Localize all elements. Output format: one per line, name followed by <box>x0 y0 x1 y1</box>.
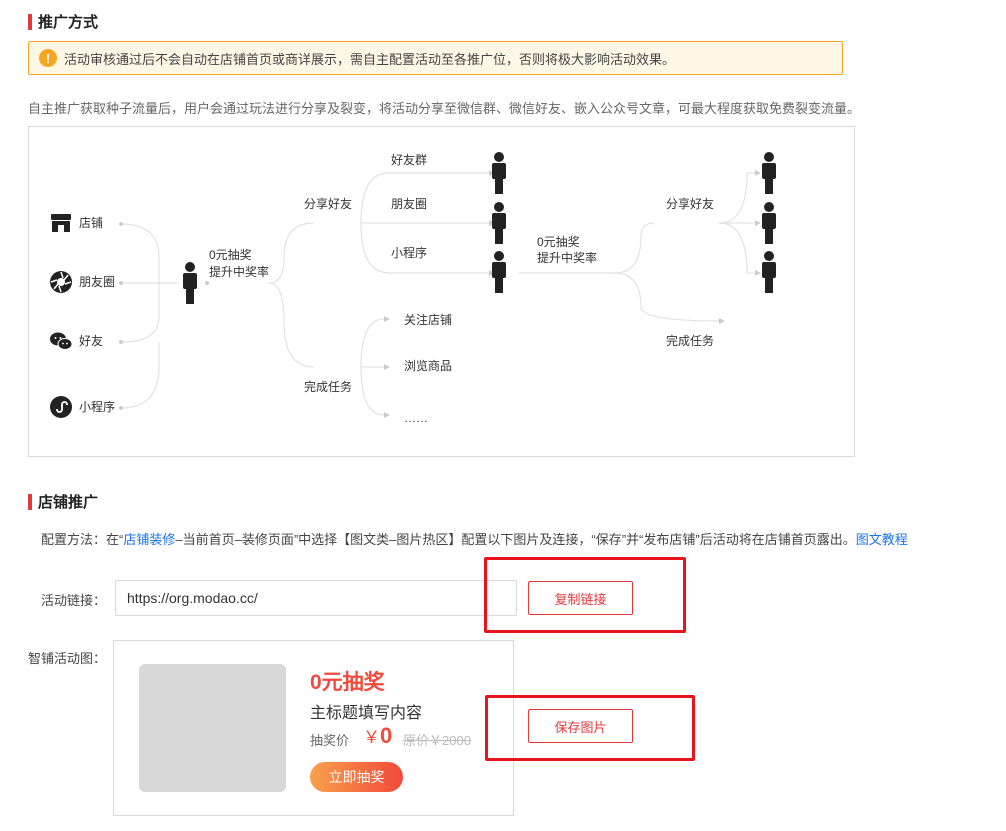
center-label-line2: 提升中奖率 <box>209 265 270 279</box>
second-label-line1: 0元抽奖 <box>537 235 580 249</box>
source-label-mini-program: 小程序 <box>79 400 116 414</box>
user-icon <box>762 152 776 194</box>
card-thumbnail <box>139 664 286 792</box>
title-accent-bar <box>28 493 32 510</box>
source-label-friends: 好友 <box>79 334 104 348</box>
wechat-icon <box>50 332 73 350</box>
user-icon <box>762 251 776 293</box>
card-subtitle: 主标题填写内容 <box>310 705 423 722</box>
warning-icon: ! <box>39 49 57 67</box>
copy-link-button[interactable]: 复制链接 <box>528 581 633 615</box>
store-decoration-link[interactable]: 店铺装修 <box>123 532 175 547</box>
promo-intro: 自主推广获取种子流量后，用户会通过玩法进行分享及裂变，将活动分享至微信群、微信好… <box>28 101 861 116</box>
source-label-store: 店铺 <box>79 216 104 230</box>
title-accent-bar <box>28 13 32 30</box>
share-target-mini-program: 小程序 <box>391 246 428 260</box>
activity-image-card: 0元抽奖 主标题填写内容 抽奖价 ￥0 原价￥2000 立即抽奖 <box>113 640 514 816</box>
user-icon <box>762 202 776 244</box>
store-icon <box>51 214 71 232</box>
config-middle: –当前首页–装修页面”中选择【图文类–图片热区】配置以下图片及连接，“保存”并“… <box>175 532 856 547</box>
user-icon <box>183 262 197 304</box>
user-icon <box>492 202 506 244</box>
card-price: ￥0 <box>363 723 392 749</box>
activity-link-input[interactable] <box>115 580 517 616</box>
flow-connectors <box>119 170 761 418</box>
mini-program-icon <box>50 396 72 418</box>
task-item-more: …… <box>404 411 428 425</box>
flow-diagram: 店铺 朋友圈 好友 小程序 0元抽奖 提升中奖率 分享好友 好友群 朋友圈 小程… <box>28 126 855 457</box>
card-price-label: 抽奖价 <box>310 733 350 748</box>
share-target-moments: 朋友圈 <box>391 197 428 211</box>
user-icon <box>492 251 506 293</box>
tutorial-link[interactable]: 图文教程 <box>856 532 908 547</box>
store-section-title: 店铺推广 <box>28 491 98 512</box>
promo-section-title: 推广方式 <box>28 11 98 32</box>
source-label-moments: 朋友圈 <box>79 275 116 289</box>
config-instructions: 配置方法：在“店铺装修–当前首页–装修页面”中选择【图文类–图片热区】配置以下图… <box>41 529 908 548</box>
save-image-button[interactable]: 保存图片 <box>528 709 633 743</box>
image-label: 智铺活动图： <box>28 651 107 666</box>
share-target-group: 好友群 <box>391 153 428 167</box>
center-label-line1: 0元抽奖 <box>209 248 252 262</box>
card-draw-button[interactable]: 立即抽奖 <box>310 762 403 792</box>
card-currency: ￥ <box>363 728 380 747</box>
config-prefix: 配置方法：在“ <box>41 532 124 547</box>
link-label: 活动链接： <box>41 593 107 608</box>
warning-banner: ! 活动审核通过后不会自动在店铺首页或商详展示，需自主配置活动至各推广位，否则将… <box>28 41 843 75</box>
promo-title-text: 推广方式 <box>38 14 99 31</box>
store-title-text: 店铺推广 <box>38 494 99 511</box>
task-label: 完成任务 <box>304 380 353 394</box>
card-price-value: 0 <box>380 723 393 748</box>
second-share-label: 分享好友 <box>666 197 715 211</box>
task-item-browse: 浏览商品 <box>404 359 453 373</box>
card-title: 0元抽奖 <box>310 671 385 694</box>
moments-icon <box>50 271 72 293</box>
task-item-follow: 关注店铺 <box>404 313 453 327</box>
warning-text: 活动审核通过后不会自动在店铺首页或商详展示，需自主配置活动至各推广位，否则将极大… <box>64 51 676 67</box>
share-label: 分享好友 <box>304 197 353 211</box>
user-icon <box>492 152 506 194</box>
second-label-line2: 提升中奖率 <box>537 251 598 265</box>
second-task-label: 完成任务 <box>666 334 715 348</box>
card-original-price: 原价￥2000 <box>403 733 471 748</box>
